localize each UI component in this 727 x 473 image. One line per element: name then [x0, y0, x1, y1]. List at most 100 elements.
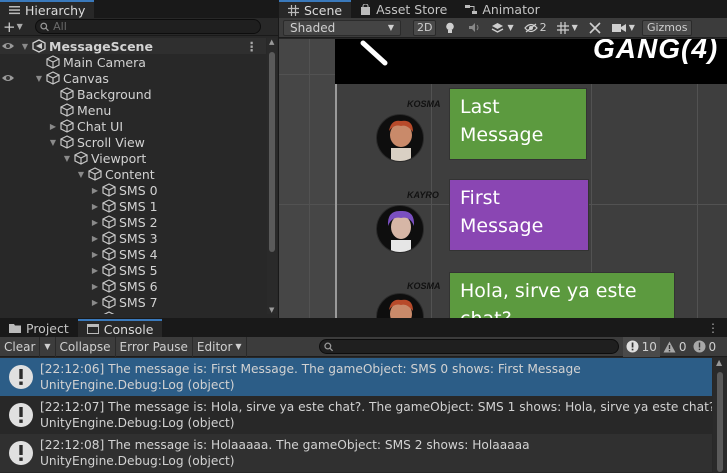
error-pause-toggle[interactable]: Error Pause [116, 336, 193, 357]
more-options-icon[interactable]: ⋮ [707, 321, 719, 335]
expand-arrow-icon[interactable]: ▼ [20, 42, 30, 51]
scroll-up-arrow[interactable]: ▲ [269, 38, 274, 46]
gameobject-cube-icon [74, 151, 88, 165]
2d-toggle-button[interactable]: 2D [413, 19, 437, 36]
collapse-arrow-icon[interactable]: ▶ [90, 186, 100, 195]
tab-scene[interactable]: Scene [279, 0, 352, 18]
message-bubble[interactable]: Hola, sirve ya este chat? [449, 272, 675, 318]
more-options-icon[interactable]: ⋮ [246, 39, 259, 54]
hierarchy-item[interactable]: Main Camera [0, 54, 266, 70]
hierarchy-item[interactable]: ▶ Chat UI [0, 118, 266, 134]
scene-viewport[interactable]: GANG(4) KOSMA Last Message KAYRO First M… [279, 39, 727, 318]
gameobject-cube-icon [102, 247, 116, 261]
gizmos-dropdown[interactable]: Gizmos [641, 19, 693, 36]
hierarchy-scrollbar[interactable]: ▲ ▼ [267, 38, 277, 314]
console-search-input[interactable] [337, 340, 618, 353]
scroll-up-arrow[interactable]: ▲ [716, 358, 722, 367]
error-filter-toggle[interactable]: 0 [690, 337, 720, 357]
add-button[interactable]: + ▼ [3, 18, 23, 36]
log-entry[interactable]: [22:12:08] The message is: Holaaaaa. The… [0, 434, 712, 472]
visibility-eye-icon[interactable] [1, 41, 15, 51]
warning-filter-toggle[interactable]: 0 [660, 337, 690, 357]
hierarchy-scene-row[interactable]: ▼ MessageScene ⋮ [0, 38, 266, 54]
hierarchy-item[interactable]: ▶ SMS 3 [0, 230, 266, 246]
tools-button[interactable] [585, 20, 605, 36]
error-count: 0 [708, 339, 717, 354]
tab-project[interactable]: Project [0, 319, 78, 337]
log-entry[interactable]: [22:12:06] The message is: First Message… [0, 358, 712, 396]
editor-dropdown[interactable]: Editor ▼ [193, 336, 247, 357]
collapse-arrow-icon[interactable]: ▶ [90, 282, 100, 291]
message-bubble[interactable]: Last Message [449, 88, 587, 160]
hierarchy-item[interactable]: ▼ Content [0, 166, 266, 182]
collapse-arrow-icon[interactable]: ▶ [90, 314, 100, 315]
console-search[interactable] [318, 339, 619, 354]
collapse-arrow-icon[interactable]: ▶ [90, 250, 100, 259]
hierarchy-item[interactable]: ▶ SMS 7 [0, 294, 266, 310]
hierarchy-item[interactable]: ▼ Canvas [0, 70, 266, 86]
collapse-arrow-icon[interactable]: ▶ [90, 202, 100, 211]
message-bubble[interactable]: First Message [449, 179, 589, 251]
gameobject-cube-icon [88, 167, 102, 181]
hierarchy-scroll-thumb[interactable] [269, 52, 275, 252]
lighting-toggle[interactable] [440, 20, 460, 36]
hidden-objects-toggle[interactable]: 2 [521, 20, 550, 36]
log-message: [22:12:06] The message is: First Message… [40, 362, 581, 376]
log-entry[interactable]: [22:12:07] The message is: Hola, sirve y… [0, 396, 712, 434]
clear-options-dropdown[interactable]: ▼ [40, 336, 56, 357]
expand-arrow-icon[interactable]: ▼ [48, 138, 58, 147]
hierarchy-search-input[interactable] [53, 20, 260, 33]
message-text-line: Hola, sirve ya este [460, 280, 637, 302]
lightbulb-icon [446, 22, 455, 33]
tab-scene-label: Scene [304, 2, 343, 18]
camera-dropdown[interactable]: ▼ [609, 20, 638, 36]
tools-icon [589, 21, 601, 34]
hierarchy-item-label: Scroll View [77, 134, 145, 150]
console-scrollbar[interactable]: ▲ [713, 358, 727, 473]
tab-console[interactable]: Console [77, 319, 163, 337]
collapse-arrow-icon[interactable]: ▶ [90, 266, 100, 275]
console-scroll-thumb[interactable] [717, 372, 723, 472]
scroll-down-arrow[interactable]: ▼ [269, 306, 274, 314]
grid-snap-dropdown[interactable]: ▼ [554, 20, 581, 36]
chevron-down-icon: ▼ [628, 23, 635, 32]
shading-mode-dropdown[interactable]: Shaded ▼ [283, 19, 401, 36]
hierarchy-item[interactable]: ▶ SMS 0 [0, 182, 266, 198]
hierarchy-item[interactable]: ▶ SMS 1 [0, 198, 266, 214]
hierarchy-item-label: Viewport [91, 150, 147, 166]
hierarchy-search[interactable] [34, 19, 261, 34]
gameobject-cube-icon [60, 119, 74, 133]
canvas-frame-line [335, 84, 337, 318]
hierarchy-item[interactable]: ▶ SMS 6 [0, 278, 266, 294]
expand-arrow-icon[interactable]: ▼ [76, 170, 86, 179]
info-filter-toggle[interactable]: 10 [622, 336, 660, 357]
effects-dropdown[interactable]: ▼ [488, 20, 516, 36]
hierarchy-item-label: SMS 4 [119, 246, 158, 262]
collapse-toggle[interactable]: Collapse [56, 336, 116, 357]
clear-button[interactable]: Clear [0, 336, 41, 357]
hierarchy-item[interactable]: Background [0, 86, 266, 102]
hierarchy-item[interactable]: ▶ SMS 2 [0, 214, 266, 230]
info-icon [9, 403, 33, 427]
collapse-arrow-icon[interactable]: ▶ [48, 122, 58, 131]
visibility-eye-icon[interactable] [1, 73, 15, 83]
hierarchy-item[interactable]: ▶ SMS 4 [0, 246, 266, 262]
hierarchy-item[interactable]: ▼ Scroll View [0, 134, 266, 150]
audio-toggle[interactable] [464, 20, 484, 36]
grid-icon [288, 4, 299, 16]
collapse-arrow-icon[interactable]: ▶ [90, 218, 100, 227]
collapse-arrow-icon[interactable]: ▶ [90, 234, 100, 243]
expand-arrow-icon[interactable]: ▼ [34, 74, 44, 83]
collapse-arrow-icon[interactable]: ▶ [90, 298, 100, 307]
hierarchy-item[interactable]: ▼ Viewport [0, 150, 266, 166]
back-arrow-icon [360, 40, 388, 66]
hierarchy-item[interactable]: ▶ SMS 5 [0, 262, 266, 278]
expand-arrow-icon[interactable]: ▼ [62, 154, 72, 163]
tab-hierarchy[interactable]: Hierarchy [0, 0, 95, 18]
tab-animator[interactable]: Animator [456, 0, 548, 18]
hierarchy-item[interactable]: ▶ SMS 8 [0, 310, 266, 314]
message-text-line: chat? [460, 305, 664, 318]
hierarchy-item[interactable]: Menu [0, 102, 266, 118]
message-sender: KOSMA [407, 99, 441, 109]
tab-asset-store[interactable]: Asset Store [351, 0, 456, 18]
